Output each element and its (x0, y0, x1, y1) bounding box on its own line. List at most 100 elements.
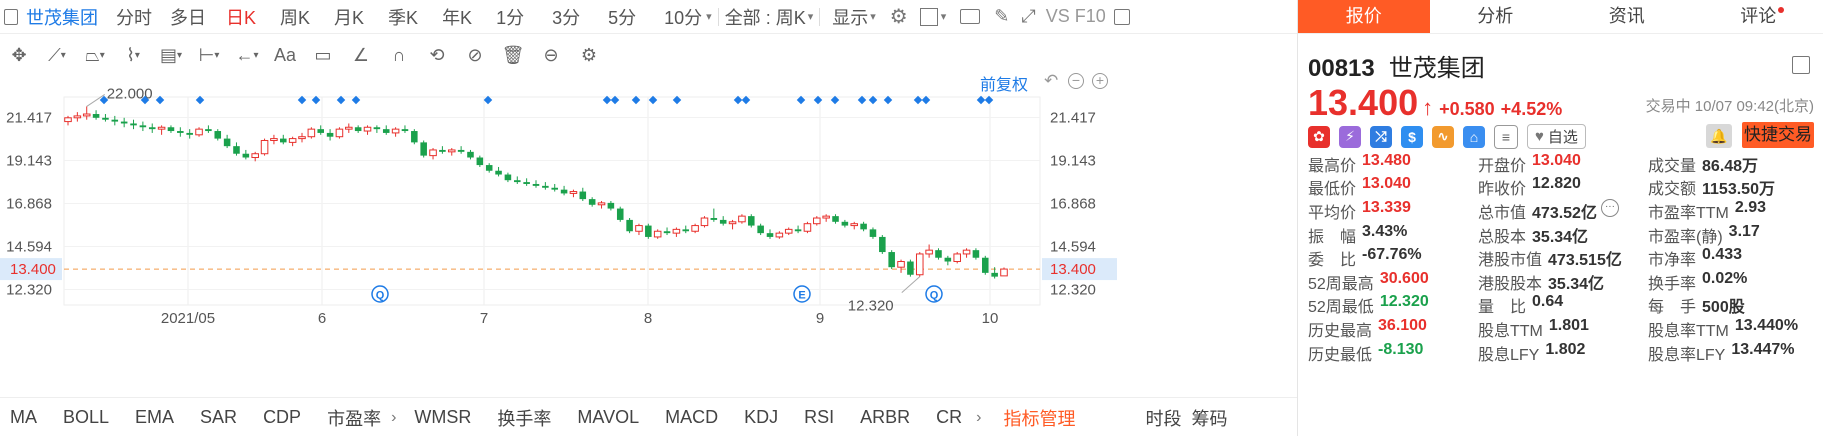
period-tab[interactable]: 月K (334, 4, 364, 30)
y-tick-label: 19.143 (6, 152, 52, 169)
level2-icon[interactable]: ⚡ (1339, 126, 1361, 148)
move-icon[interactable]: ✥ (0, 40, 38, 70)
stat-label: 换手率 (1648, 270, 1696, 294)
fullscreen-icon[interactable]: ⤢ (1021, 6, 1035, 27)
chips-button[interactable]: 筹码 (1191, 405, 1227, 431)
period-tab[interactable]: 年K (442, 4, 472, 30)
bell-icon[interactable]: 🔔 (1706, 124, 1732, 148)
note-icon[interactable]: ≡ (1494, 125, 1518, 149)
display-menu[interactable]: 显示 (832, 4, 868, 30)
stock-name-tab[interactable]: 世茂集团 (26, 4, 98, 30)
tab-comments[interactable]: 评论 (1693, 0, 1823, 33)
period-tab[interactable]: 3分 (552, 4, 580, 30)
shuffle-icon[interactable]: ⤮ (1370, 126, 1392, 148)
indicator-macd[interactable]: MACD (665, 407, 718, 428)
line-tool-icon[interactable]: ⟋ ▾ (38, 40, 76, 70)
period-tab[interactable]: 多日 (170, 4, 206, 30)
chevron-down-icon[interactable]: ▾ (808, 10, 814, 23)
hk-flag-icon[interactable]: ✿ (1308, 126, 1330, 148)
pen-tool-icon[interactable]: ∠ (342, 40, 380, 70)
camera-icon[interactable] (960, 9, 980, 24)
channel-tool-icon[interactable]: ⏢ ▾ (76, 40, 114, 70)
panel-toggle-icon[interactable] (1114, 9, 1130, 25)
magnet-icon[interactable]: ∩ (380, 40, 418, 70)
fast-trade-button[interactable]: 快捷交易 (1742, 122, 1814, 148)
indicator-cdp[interactable]: CDP (263, 407, 301, 428)
arrow-tool-icon[interactable]: ← ▾ (228, 40, 266, 70)
indicator-cr[interactable]: CR (936, 407, 962, 428)
indicator-sar[interactable]: SAR (200, 407, 237, 428)
sync-icon[interactable]: ⟲ (418, 40, 456, 70)
tag-icon[interactable]: ⌂ (1463, 126, 1485, 148)
chevron-down-icon[interactable]: ▾ (870, 10, 876, 23)
chart-icon[interactable]: ∿ (1432, 126, 1454, 148)
range-select[interactable]: 全部 : 周K (725, 4, 806, 30)
candle-body (271, 139, 278, 141)
candle-body (355, 127, 362, 131)
text-tool-icon[interactable]: Aa (266, 40, 304, 70)
candle-body (551, 188, 558, 190)
link-icon[interactable]: ⊖ (532, 40, 570, 70)
indicator-manage-button[interactable]: 指标管理 (1003, 405, 1075, 431)
stat-value: 3.43% (1362, 223, 1407, 247)
tab-quote[interactable]: 报价 (1298, 0, 1430, 33)
period-tab[interactable]: 季K (388, 4, 418, 30)
stats-row: 历史最低-8.130股息LFY1.802股息率LFY13.447% (1308, 341, 1818, 365)
vs-f10-button[interactable]: VS F10 (1046, 6, 1106, 27)
indicator-ma[interactable]: MA (10, 407, 37, 428)
period-tab[interactable]: 周K (280, 4, 310, 30)
wave-tool-icon[interactable]: ⌇ ▾ (114, 40, 152, 70)
stat-value: 2.93 (1735, 199, 1766, 223)
chevron-right-icon[interactable]: › (391, 409, 396, 427)
candle-body (757, 226, 764, 234)
indicator-kdj[interactable]: KDJ (744, 407, 778, 428)
indicator-arbr[interactable]: ARBR (860, 407, 910, 428)
indicator-boll[interactable]: BOLL (63, 407, 109, 428)
min-price-label: 12.320 (848, 298, 894, 315)
more-icon[interactable]: ··· (1601, 199, 1619, 217)
period-tab[interactable]: 分时 (116, 4, 152, 30)
y-tick-label: 21.417 (1050, 109, 1096, 126)
chevron-right-icon[interactable]: › (976, 409, 981, 427)
stat-value: 36.100 (1378, 317, 1427, 341)
indicator-wmsr[interactable]: WMSR (414, 407, 471, 428)
menu-icon[interactable] (1792, 56, 1810, 74)
add-watchlist-button[interactable]: ♥自选 (1527, 124, 1586, 149)
indicator-mavol[interactable]: MAVOL (577, 407, 639, 428)
stock-name: 世茂集团 (1389, 55, 1485, 82)
period-tab[interactable]: 1分 (496, 4, 524, 30)
indicator-turnover[interactable]: 换手率 (497, 405, 551, 431)
candle-body (93, 114, 100, 118)
tab-analysis[interactable]: 分析 (1430, 0, 1562, 33)
range-tool-icon[interactable]: ⊢ ▾ (190, 40, 228, 70)
pencil-icon[interactable]: ✎ (994, 6, 1009, 27)
period-tab[interactable]: 10分 (664, 4, 702, 30)
candle-body (767, 233, 774, 237)
last-price: 13.400 (1308, 82, 1418, 124)
period-tab[interactable]: 5分 (608, 4, 636, 30)
settings-icon[interactable]: ⚙ (570, 40, 608, 70)
tab-news[interactable]: 资讯 (1561, 0, 1693, 33)
stat-value: 473.515亿 (1548, 246, 1622, 270)
square-icon[interactable] (920, 8, 938, 26)
trash-icon[interactable]: 🗑 (494, 40, 532, 70)
fib-tool-icon[interactable]: ▤ ▾ (152, 40, 190, 70)
indicator-pe[interactable]: 市盈率 (327, 405, 381, 431)
hide-icon[interactable]: ⊘ (456, 40, 494, 70)
chevron-down-icon[interactable]: ▾ (941, 10, 947, 23)
chevron-down-icon[interactable]: ▾ (706, 10, 712, 23)
period-tab-active[interactable]: 日K (226, 4, 256, 30)
time-period-button[interactable]: 时段 (1145, 405, 1181, 431)
candle-body (598, 203, 605, 205)
kline-chart[interactable]: 前复权 ↶ − + 2021/0567891021.41721.41719.14… (0, 77, 1297, 397)
candle-body (392, 129, 399, 133)
dollar-icon[interactable]: $ (1401, 126, 1423, 148)
candlestick-chart[interactable]: 2021/0567891021.41721.41719.14319.14316.… (0, 77, 1297, 397)
comment-icon[interactable]: ▭ (304, 40, 342, 70)
indicator-ema[interactable]: EMA (135, 407, 174, 428)
indicator-rsi[interactable]: RSI (804, 407, 834, 428)
stat-label: 股息TTM (1478, 317, 1543, 341)
stat-label: 股息率LFY (1648, 341, 1725, 365)
gear-icon[interactable]: ⚙ (890, 4, 908, 29)
sidebar-toggle-icon[interactable] (4, 9, 18, 25)
